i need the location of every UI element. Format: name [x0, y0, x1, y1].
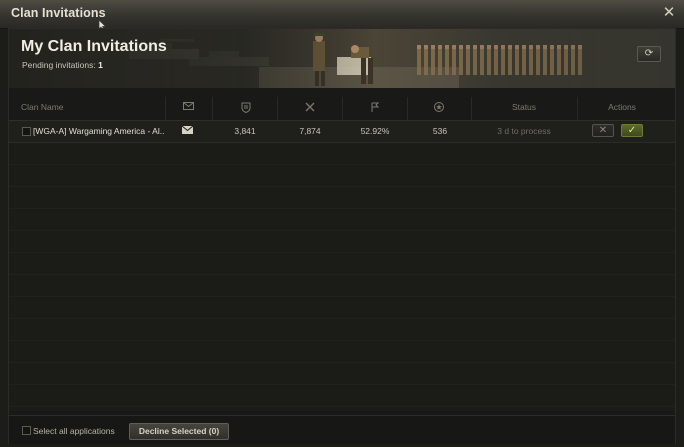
accept-button[interactable]: ✓: [621, 124, 643, 137]
star-badge-icon[interactable]: [431, 102, 447, 112]
decline-button[interactable]: ✕: [592, 124, 614, 137]
pending-invitations: Pending invitations: 1: [22, 60, 103, 70]
page-title: My Clan Invitations: [21, 38, 167, 55]
refresh-button[interactable]: ⟳: [637, 46, 661, 62]
column-status[interactable]: Status: [479, 102, 569, 112]
select-all-label[interactable]: Select all applications: [33, 426, 115, 436]
column-actions: Actions: [608, 102, 636, 112]
envelope-icon[interactable]: [181, 102, 195, 110]
envelope-icon: [181, 125, 194, 136]
decline-selected-button[interactable]: Decline Selected (0): [129, 423, 229, 440]
clan-invitations-window: Clan Invitations ✕ My Clan Invitations P…: [0, 0, 684, 447]
footer-bar: Select all applications Decline Selected…: [9, 415, 675, 444]
header-banner: My Clan Invitations Pending invitations:…: [9, 29, 675, 88]
pending-count: 1: [98, 60, 103, 70]
table-row[interactable]: [WGA-A] Wargaming America - Al.. 3,841 7…: [9, 121, 675, 143]
clan-name[interactable]: [WGA-A] Wargaming America - Al..: [33, 126, 164, 136]
clan-win-rate: 52.92%: [360, 126, 390, 136]
window-title: Clan Invitations: [11, 6, 106, 20]
crossed-swords-icon[interactable]: [303, 102, 317, 112]
invitations-list-area: [9, 143, 675, 411]
column-clan-name[interactable]: Clan Name: [21, 102, 64, 112]
clan-battles: 7,874: [299, 126, 321, 136]
invitations-panel: My Clan Invitations Pending invitations:…: [8, 28, 676, 444]
pending-label: Pending invitations:: [22, 60, 96, 70]
status-text: 3 d to process: [497, 126, 551, 136]
flag-icon[interactable]: [368, 102, 382, 112]
clan-wn-rating: 536: [432, 126, 448, 136]
select-all-checkbox[interactable]: [22, 426, 31, 435]
close-icon[interactable]: ✕: [661, 5, 677, 21]
clan-rating: 3,841: [234, 126, 256, 136]
row-checkbox[interactable]: [22, 127, 31, 136]
shield-icon[interactable]: [239, 102, 253, 113]
